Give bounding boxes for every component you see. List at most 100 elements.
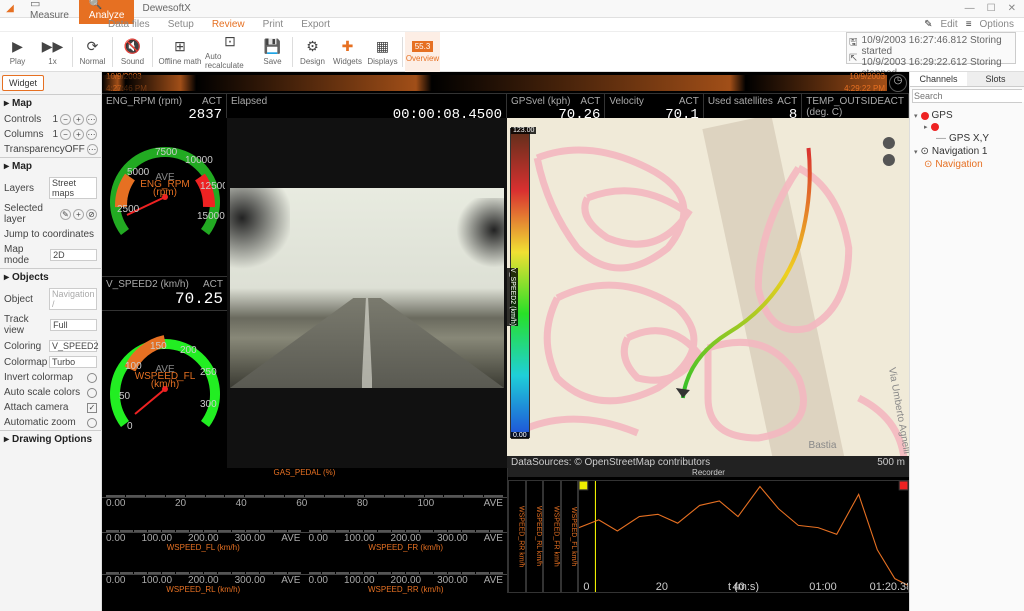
colormap-select[interactable]: Turbo xyxy=(49,356,97,368)
numcell-elapsed[interactable]: Elapsed00:00:08.4500 xyxy=(227,94,507,118)
offline-math-button[interactable]: ⊞Offline math xyxy=(155,32,205,72)
svg-text:01:20.38: 01:20.38 xyxy=(870,581,908,592)
clock-icon[interactable]: ◷ xyxy=(889,74,907,92)
gauge-wspeed[interactable]: WSPEED_FL (km/h) AVE 50 100 150 200 250 … xyxy=(102,311,227,469)
menu-setup[interactable]: Setup xyxy=(168,19,194,30)
play-button[interactable]: ▶Play xyxy=(0,32,35,72)
edit-layer-button[interactable]: ✎ xyxy=(60,209,71,220)
chart-wspeed-rr[interactable]: 0.00100.00200.00300.00AVE WSPEED_RR (km/… xyxy=(305,551,508,594)
svg-text:100: 100 xyxy=(125,361,142,372)
tree-nav1[interactable]: ▾⊙Navigation 1 xyxy=(914,145,1020,158)
app-title: DewesoftX xyxy=(134,3,956,14)
more-button[interactable]: ⋯ xyxy=(86,114,97,125)
plus-button[interactable]: + xyxy=(73,114,84,125)
gauge-column: ENG_RPM (rpm) AVE 2500 5000 7500 10000 1… xyxy=(102,118,227,468)
channel-tree: ▾GPS ▸ —GPS X,Y ▾⊙Navigation 1 ⊙Navigati… xyxy=(910,105,1024,175)
menu-data-files[interactable]: Data files xyxy=(108,19,150,30)
sound-button[interactable]: 🔇Sound xyxy=(115,32,150,72)
timeline[interactable]: 10/9/2003 4:27:46 PM 10/9/2003 4:29:22 P… xyxy=(102,72,909,94)
viewport: 10/9/2003 4:27:46 PM 10/9/2003 4:29:22 P… xyxy=(102,72,909,611)
numcell-sats[interactable]: Used satellitesACT8 xyxy=(704,94,802,118)
layers-row: LayersStreet maps xyxy=(0,175,101,201)
section-objects[interactable]: ▸Objects xyxy=(0,268,101,286)
tree-gps-node[interactable]: ▸ xyxy=(914,122,1020,132)
tree-gps[interactable]: ▾GPS xyxy=(914,109,1020,122)
menu-print[interactable]: Print xyxy=(263,19,284,30)
overview-button[interactable]: 55.3Overview xyxy=(405,32,440,72)
section-map2[interactable]: ▸Map xyxy=(0,157,101,175)
attach-row: Attach camera xyxy=(0,400,101,415)
invert-row: Invert colormap xyxy=(0,370,101,385)
search-box[interactable]: 🔍 ▾ xyxy=(912,89,1022,103)
numcell-rpm[interactable]: ENG_RPM (rpm)ACT2837 xyxy=(102,94,227,118)
autoscale-radio[interactable] xyxy=(87,388,97,398)
chart-wspeed-fl[interactable]: 0.00100.00200.00300.00AVE WSPEED_FL (km/… xyxy=(102,508,305,551)
add-layer-button[interactable]: + xyxy=(73,209,84,220)
colormap-row: ColormapTurbo xyxy=(0,354,101,370)
svg-text:50: 50 xyxy=(119,391,131,402)
controls-row: Controls1−+⋯ xyxy=(0,112,101,127)
menubar: Data files Setup Review Print Export ✎ E… xyxy=(0,18,1024,32)
coloring-select[interactable]: V_SPEED2 xyxy=(49,340,97,352)
widgets-button[interactable]: ✚Widgets xyxy=(330,32,365,72)
tree-navigation[interactable]: ⊙Navigation xyxy=(914,158,1020,171)
status-log: 🖫 ⇱ 10/9/2003 16:27:46.812 Storing start… xyxy=(846,32,1016,64)
section-map[interactable]: ▸Map xyxy=(0,94,101,112)
remove-layer-button[interactable]: ⊘ xyxy=(86,209,97,220)
svg-text:2500: 2500 xyxy=(117,204,140,215)
chart-gas-pedal[interactable]: GAS_PEDAL (%) 0.0020406080100AVE xyxy=(102,468,507,508)
left-panel: Widget ▸Map Controls1−+⋯ Columns1−+⋯ Tra… xyxy=(0,72,102,611)
numcell-temp[interactable]: TEMP_OUTSIDE (deg. C)ACT21 xyxy=(802,94,909,118)
map-widget[interactable]: Bastia Via Umberto Agnelli 123.00 0.00 V… xyxy=(507,118,909,468)
menu-edit[interactable]: Edit xyxy=(940,19,957,30)
svg-text:10000: 10000 xyxy=(185,155,213,166)
numbox-vspeed[interactable]: V_SPEED2 (km/h)ACT 70.25 xyxy=(102,276,227,311)
auto-recalc-button[interactable]: ⊡Auto recalculate xyxy=(205,32,255,72)
minus-button[interactable]: − xyxy=(60,114,71,125)
jump-row[interactable]: Jump to coordinates xyxy=(0,227,101,242)
menu-review[interactable]: Review xyxy=(212,19,245,30)
tab-measure[interactable]: ▭Measure xyxy=(20,0,79,24)
chart-wspeed-fr[interactable]: 0.00100.00200.00300.00AVE WSPEED_FR (km/… xyxy=(305,508,508,551)
map-mode-row: Map mode2D xyxy=(0,242,101,268)
save-button[interactable]: 💾Save xyxy=(255,32,290,72)
mode-select[interactable]: 2D xyxy=(50,249,97,261)
svg-text:200: 200 xyxy=(180,345,197,356)
autoscale-row: Auto scale colors xyxy=(0,385,101,400)
edit-icon[interactable]: ✎ xyxy=(924,19,932,30)
tree-gpsxy[interactable]: —GPS X,Y xyxy=(914,132,1020,145)
normal-button[interactable]: ⟳Normal xyxy=(75,32,110,72)
svg-text:(rpm): (rpm) xyxy=(153,187,177,198)
numcell-velocity[interactable]: VelocityACT70.1 xyxy=(605,94,703,118)
recorder-widget[interactable]: Recorder WSPEED_RR km/h WSPEED_RL km/h W… xyxy=(507,468,909,593)
speed-button[interactable]: ▶▶1x xyxy=(35,32,70,72)
object-select[interactable]: Navigation / xyxy=(49,288,97,310)
attach-check[interactable] xyxy=(87,403,97,413)
autozoom-radio[interactable] xyxy=(87,418,97,428)
menu-options[interactable]: Options xyxy=(980,19,1014,30)
close-icon[interactable]: ✕ xyxy=(1008,3,1016,14)
svg-text:(km/h): (km/h) xyxy=(150,379,178,390)
menu-export[interactable]: Export xyxy=(301,19,330,30)
track-select[interactable]: Full xyxy=(50,319,97,331)
svg-text:40: 40 xyxy=(733,581,745,592)
maximize-icon[interactable]: ☐ xyxy=(987,3,996,14)
invert-radio[interactable] xyxy=(87,373,97,383)
widget-tab[interactable]: Widget xyxy=(2,75,44,91)
design-button[interactable]: ⚙Design xyxy=(295,32,330,72)
options-icon[interactable]: ≡ xyxy=(966,19,972,30)
displays-button[interactable]: ▦Displays xyxy=(365,32,400,72)
layers-select[interactable]: Street maps xyxy=(49,177,97,199)
section-drawing[interactable]: ▸Drawing Options xyxy=(0,430,101,448)
toggle-button[interactable]: ⋯ xyxy=(87,144,98,155)
svg-text:15000: 15000 xyxy=(197,211,225,222)
search-input[interactable] xyxy=(913,90,1024,102)
plus-button[interactable]: + xyxy=(73,129,84,140)
gauge-rpm[interactable]: ENG_RPM (rpm) AVE 2500 5000 7500 10000 1… xyxy=(102,118,227,276)
video-widget[interactable] xyxy=(227,118,507,468)
numcell-gpsvel[interactable]: GPSvel (kph)ACT70.26 xyxy=(507,94,605,118)
more-button[interactable]: ⋯ xyxy=(86,129,97,140)
minimize-icon[interactable]: — xyxy=(965,3,975,14)
minus-button[interactable]: − xyxy=(60,129,71,140)
chart-wspeed-rl[interactable]: 0.00100.00200.00300.00AVE WSPEED_RL (km/… xyxy=(102,551,305,594)
